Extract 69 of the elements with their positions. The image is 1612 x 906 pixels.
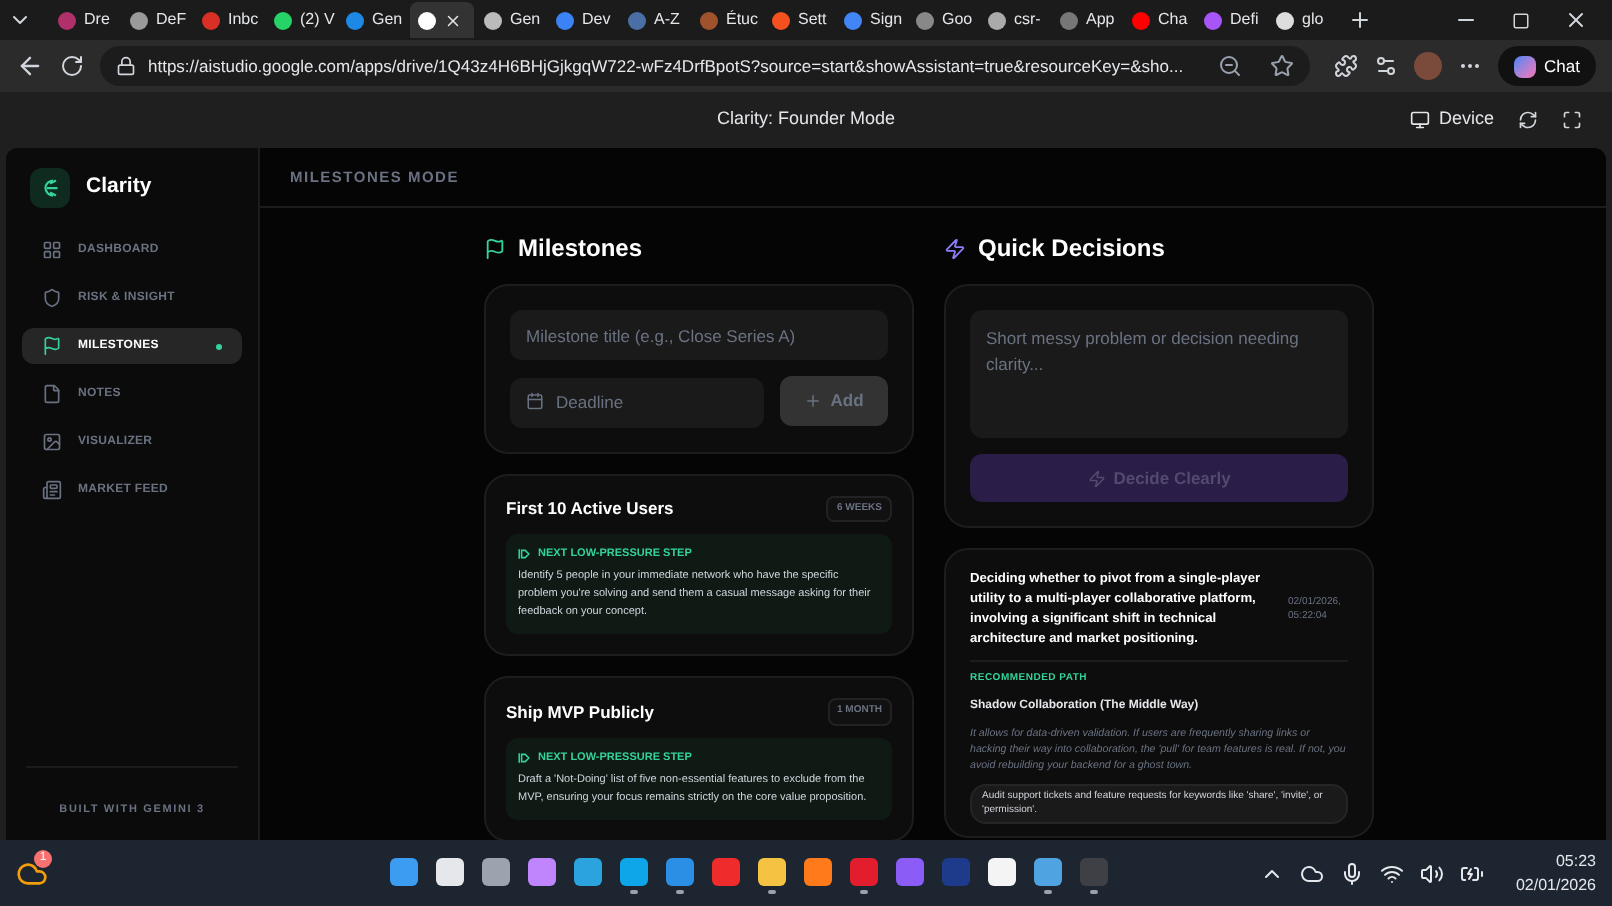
browser-tab[interactable]: Sign [836,2,906,38]
section-title: Milestones [518,232,643,266]
browser-tab[interactable]: Defi [1196,2,1266,38]
taskbar-button[interactable] [758,852,787,894]
close-tab-icon[interactable] [444,11,462,29]
nav-icon [42,288,62,308]
taskbar-button[interactable] [1034,852,1063,894]
zoom-icon[interactable] [1218,54,1243,78]
nav-icon [42,432,62,452]
browser-tab[interactable]: Étuc [692,2,762,38]
nav-icon [42,336,62,356]
browser-tab[interactable]: (2) V [266,2,336,38]
browser-tab[interactable]: Gen [476,2,546,38]
volume-icon[interactable] [1419,861,1444,885]
lock-icon [116,56,136,76]
browser-tab[interactable]: Gen [338,2,408,38]
deadline-field[interactable]: Deadline [510,377,764,427]
battery-icon[interactable] [1459,861,1484,885]
weather-icon[interactable] [16,857,48,889]
browser-tab[interactable]: csr- [980,2,1050,38]
brand-name: Clarity [86,172,152,203]
close-window-icon[interactable] [1564,8,1588,32]
new-tab-icon[interactable] [1348,8,1372,32]
step-icon [518,548,530,561]
milestone-title-input[interactable]: Milestone title (e.g., Close Series A) [510,310,888,360]
url-text: https://aistudio.google.com/apps/drive/1Q43z4H6BHjGjkgqW722-wFz4DrfBpotS?source=start&showAssistant=true&resourceKey=&sho... [148,53,1184,79]
nav-icon [42,240,62,260]
browser-tab[interactable]: A-Z [620,2,690,38]
logo-icon [30,168,70,208]
fullscreen-icon[interactable] [1562,110,1582,130]
problem-input[interactable]: Short messy problem or decision needing clarity... [970,310,1348,438]
browser-tab[interactable] [410,2,474,38]
favorite-icon[interactable] [1270,54,1295,78]
back-icon[interactable] [16,52,44,80]
calendar-icon [526,392,544,410]
browser-tab[interactable]: App [1052,2,1122,38]
milestone-title: Ship MVP Publicly [506,699,654,725]
section-title: Quick Decisions [978,232,1165,266]
step-icon [518,751,530,764]
taskbar-button[interactable] [620,852,649,894]
flag-icon [484,237,506,259]
wifi-icon[interactable] [1379,861,1404,885]
address-bar[interactable]: https://aistudio.google.com/apps/drive/1Q43z4H6BHjGjkgqW722-wFz4DrfBpotS?source=start&showAssistant=true&resourceKey=&sho... [100,46,1311,86]
milestone-title: First 10 Active Users [506,495,674,522]
nav-icon [42,480,62,500]
refresh-icon[interactable] [1518,110,1538,130]
browser-tab[interactable]: Cha [1124,2,1194,38]
browser-tab[interactable]: Dre [50,2,120,38]
browser-tab[interactable]: Dev [548,2,618,38]
browser-tab[interactable]: Sett [764,2,834,38]
extensions-icon[interactable] [1334,54,1359,78]
clock-time[interactable]: 05:23 [1555,849,1596,873]
device-icon [1410,110,1431,130]
chat-button[interactable]: Chat [1498,46,1596,86]
lightning-icon [1087,469,1106,487]
microphone-icon[interactable] [1339,861,1364,885]
app-title: Clarity: Founder Mode [716,106,896,133]
browser-tab[interactable]: Goo [908,2,978,38]
restore-icon[interactable] [1512,11,1530,29]
browser-tab[interactable]: glo [1268,2,1338,38]
browser-tab[interactable]: Inbc [194,2,264,38]
nav-icon [42,384,62,404]
clock-date[interactable]: 02/01/2026 [1515,873,1596,897]
browser-tab[interactable]: DeF [122,2,192,38]
plus-icon [804,392,823,410]
reload-icon[interactable] [60,54,84,78]
device-button[interactable]: Device [1410,106,1494,134]
cloud-icon[interactable] [1299,861,1324,885]
lightning-icon [944,237,966,259]
